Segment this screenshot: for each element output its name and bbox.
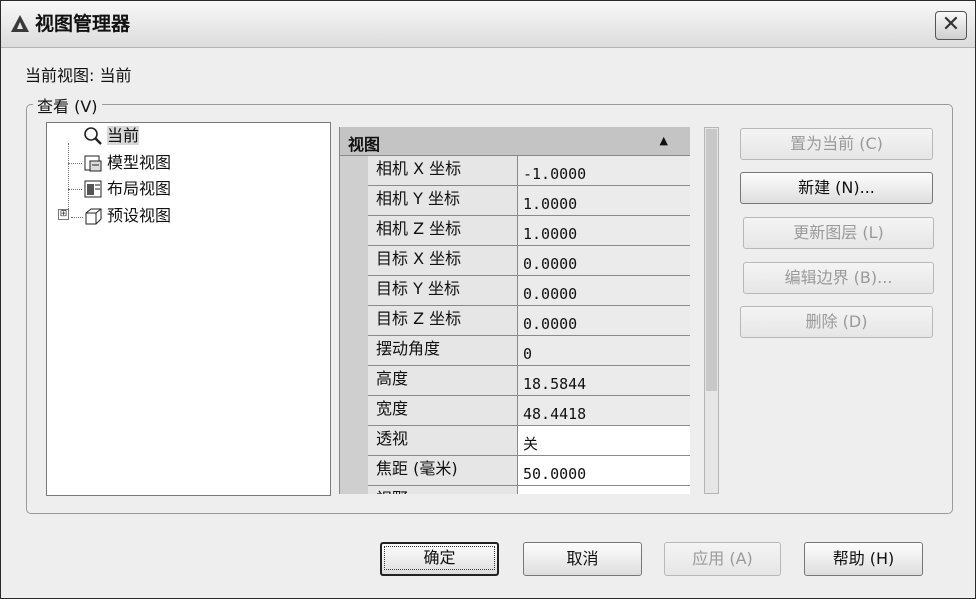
grid-category-label: 视图 [348,135,381,154]
close-icon: ✕ [941,12,961,37]
property-row-height[interactable]: 高度 18.5844 [368,366,690,396]
property-value: 1.0000 [518,216,690,245]
tree-item-label: 模型视图 [107,153,172,172]
property-name: 目标 Y 坐标 [368,276,518,305]
close-button[interactable]: ✕ [935,11,967,40]
delete-button[interactable]: 删除 (D) [740,306,933,338]
tree-item-current[interactable]: 当前 [83,124,140,148]
property-name: 相机 Y 坐标 [368,186,518,215]
property-name: 高度 [368,366,518,395]
properties-grid[interactable]: 视图 ▲ 相机 X 坐标 -1.0000 相机 Y 坐标 1.0000 相机 Z… [339,127,690,494]
property-row-field-of-view[interactable]: 视野 40 [368,486,690,494]
tree-connector-line [68,189,82,190]
property-value[interactable]: 50.0000 [518,456,690,485]
property-value: 48.4418 [518,396,690,425]
tree-item-preset-views[interactable]: 预设视图 [83,204,171,228]
view-manager-dialog: 视图管理器 ✕ 当前视图: 当前 查看 (V) ⊞ 当前 模型视图 布局视图 预… [0,0,976,599]
property-row-target-z[interactable]: 目标 Z 坐标 0.0000 [368,306,690,336]
property-row-camera-y[interactable]: 相机 Y 坐标 1.0000 [368,186,690,216]
edit-boundaries-button[interactable]: 编辑边界 (B)... [743,262,934,294]
property-value: 18.5844 [518,366,690,395]
title-bar[interactable]: 视图管理器 ✕ [1,1,975,48]
help-button[interactable]: 帮助 (H) [804,542,923,576]
tree-item-label: 当前 [107,126,140,145]
property-value: 1.0000 [518,186,690,215]
apply-button[interactable]: 应用 (A) [664,542,781,576]
tree-item-layout-views[interactable]: 布局视图 [83,177,171,201]
grid-category-header[interactable]: 视图 ▲ [340,127,690,156]
tree-connector-line [68,143,69,219]
property-name: 目标 Z 坐标 [368,306,518,335]
magnifier-icon [83,126,102,145]
set-current-button[interactable]: 置为当前 (C) [740,128,933,160]
model-view-icon [83,153,102,171]
tree-connector-line [71,217,83,218]
grid-scrollbar[interactable] [704,127,719,494]
property-value: 0.0000 [518,306,690,335]
property-row-target-y[interactable]: 目标 Y 坐标 0.0000 [368,276,690,306]
property-value: 0.0000 [518,276,690,305]
ok-button-label: 确定 [384,546,495,570]
tree-connector-line [68,163,82,164]
property-row-camera-x[interactable]: 相机 X 坐标 -1.0000 [368,156,690,186]
property-name: 焦距 (毫米) [368,456,518,485]
property-row-camera-z[interactable]: 相机 Z 坐标 1.0000 [368,216,690,246]
property-name: 目标 X 坐标 [368,246,518,275]
new-view-button[interactable]: 新建 (N)... [740,172,933,204]
property-name: 宽度 [368,396,518,425]
property-row-perspective[interactable]: 透视 关 [368,426,690,456]
property-name: 相机 X 坐标 [368,156,518,185]
property-row-width[interactable]: 宽度 48.4418 [368,396,690,426]
scrollbar-thumb[interactable] [706,129,717,391]
property-value[interactable]: 关 [518,426,690,455]
tree-item-label: 布局视图 [107,179,172,198]
current-view-label: 当前视图: 当前 [25,66,132,85]
ok-button[interactable]: 确定 [380,542,499,576]
property-name: 摆动角度 [368,336,518,365]
property-name: 视野 [368,486,518,494]
property-row-target-x[interactable]: 目标 X 坐标 0.0000 [368,246,690,276]
layout-view-icon [83,179,102,197]
property-value: -1.0000 [518,156,690,185]
tree-item-label: 预设视图 [107,206,172,225]
property-row-roll-angle[interactable]: 摆动角度 0 [368,336,690,366]
cancel-button[interactable]: 取消 [523,542,642,576]
preset-view-icon [83,206,102,224]
view-groupbox-legend: 查看 (V) [33,93,102,117]
property-value: 0 [518,336,690,365]
update-layers-button[interactable]: 更新图层 (L) [743,217,934,249]
property-row-lens-length[interactable]: 焦距 (毫米) 50.0000 [368,456,690,486]
autocad-logo-icon [11,15,29,32]
tree-item-model-views[interactable]: 模型视图 [83,151,171,175]
collapse-arrow-icon[interactable]: ▲ [660,134,668,147]
window-title: 视图管理器 [35,13,131,35]
tree-expand-button[interactable]: ⊞ [58,209,69,220]
property-name: 相机 Z 坐标 [368,216,518,245]
property-value: 0.0000 [518,246,690,275]
property-value[interactable]: 40 [518,486,690,494]
grid-gutter [340,156,368,494]
property-name: 透视 [368,426,518,455]
